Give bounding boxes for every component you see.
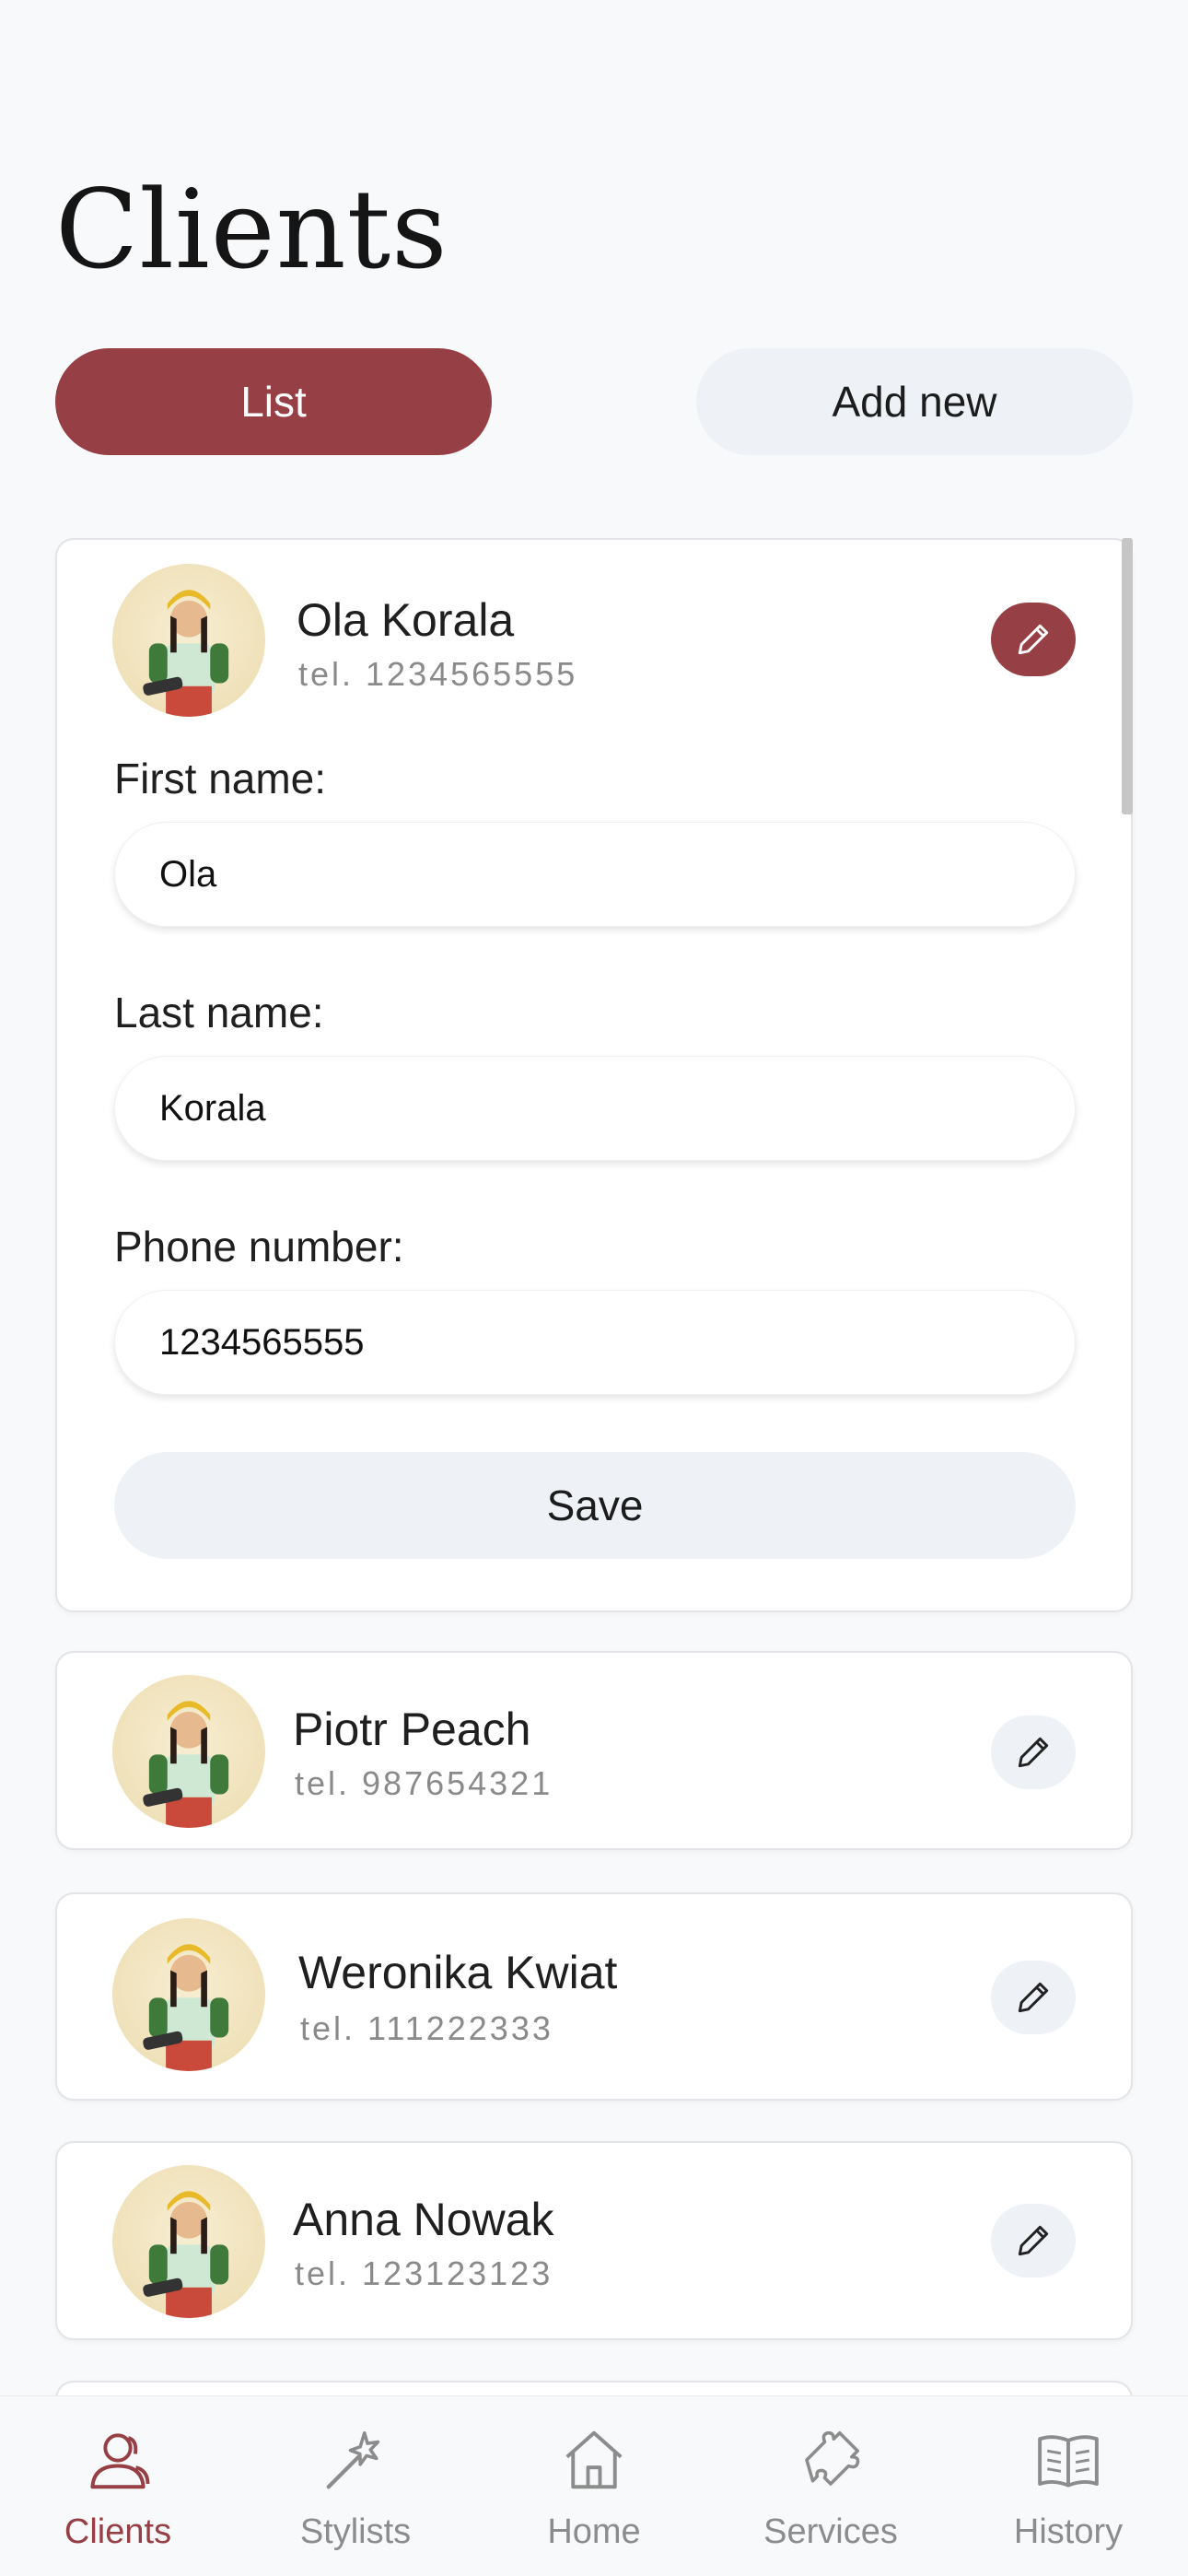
client-list[interactable]: Ola Korala tel. 1234565555 First name: L… — [0, 538, 1188, 2395]
save-button[interactable]: Save — [114, 1452, 1076, 1559]
home-icon — [565, 2430, 623, 2489]
last-name-label: Last name: — [114, 989, 324, 1036]
first-name-input[interactable] — [114, 822, 1076, 927]
edit-button[interactable] — [991, 2204, 1076, 2277]
pencil-icon — [1018, 2225, 1049, 2256]
pencil-icon — [1018, 1737, 1049, 1768]
phone-number-label: Phone number: — [114, 1223, 404, 1270]
edit-button[interactable] — [991, 1715, 1076, 1789]
first-name-label: First name: — [114, 755, 327, 802]
client-card[interactable] — [55, 2381, 1133, 2395]
edit-button[interactable] — [991, 1961, 1076, 2034]
nav-item-stylists[interactable]: Stylists — [254, 2424, 457, 2571]
nav-label: Services — [763, 2512, 898, 2551]
nav-item-home[interactable]: Home — [493, 2424, 695, 2571]
client-phone: tel. 111222333 — [300, 2009, 553, 2047]
list-tab-button[interactable]: List — [55, 348, 492, 455]
edit-button[interactable] — [991, 603, 1076, 676]
avatar — [112, 2165, 265, 2318]
nav-item-services[interactable]: Services — [729, 2424, 932, 2571]
nav-label: History — [1013, 2512, 1124, 2551]
last-name-input[interactable] — [114, 1056, 1076, 1161]
nav-item-history[interactable]: History — [967, 2424, 1170, 2571]
nav-label: Stylists — [299, 2512, 412, 2551]
avatar — [112, 1918, 265, 2071]
nav-label: Clients — [64, 2512, 172, 2551]
nav-item-clients[interactable]: Clients — [17, 2424, 219, 2571]
client-name: Weronika Kwiat — [298, 1947, 618, 1998]
avatar — [112, 1675, 265, 1828]
scrollbar[interactable] — [1122, 538, 1133, 814]
client-phone: tel. 123123123 — [295, 2254, 553, 2292]
add-new-tab-button[interactable]: Add new — [696, 348, 1133, 455]
pencil-icon — [1018, 1982, 1049, 2013]
client-name: Ola Korala — [297, 594, 515, 646]
nav-label: Home — [547, 2512, 641, 2551]
client-card[interactable]: Weronika Kwiat tel. 111222333 — [55, 1892, 1133, 2101]
book-icon — [1038, 2435, 1099, 2488]
clients-screen: Clients List Add new Ola Korala tel. 123… — [0, 0, 1188, 2576]
client-phone: tel. 987654321 — [295, 1764, 553, 1802]
bottom-navigation: Clients Stylists Home Services History — [0, 2395, 1188, 2576]
puzzle-icon — [805, 2430, 860, 2486]
avatar — [112, 564, 265, 717]
client-name: Piotr Peach — [293, 1704, 531, 1755]
page-title: Clients — [55, 166, 448, 293]
user-icon — [90, 2433, 150, 2489]
magic-wand-icon — [326, 2430, 380, 2489]
client-phone: tel. 1234565555 — [298, 655, 578, 693]
client-card[interactable]: Anna Nowak tel. 123123123 — [55, 2141, 1133, 2340]
client-card-expanded: Ola Korala tel. 1234565555 First name: L… — [55, 538, 1133, 1612]
phone-number-input[interactable] — [114, 1290, 1076, 1395]
client-name: Anna Nowak — [293, 2194, 554, 2245]
pencil-icon — [1018, 624, 1049, 655]
client-card[interactable]: Piotr Peach tel. 987654321 — [55, 1651, 1133, 1850]
